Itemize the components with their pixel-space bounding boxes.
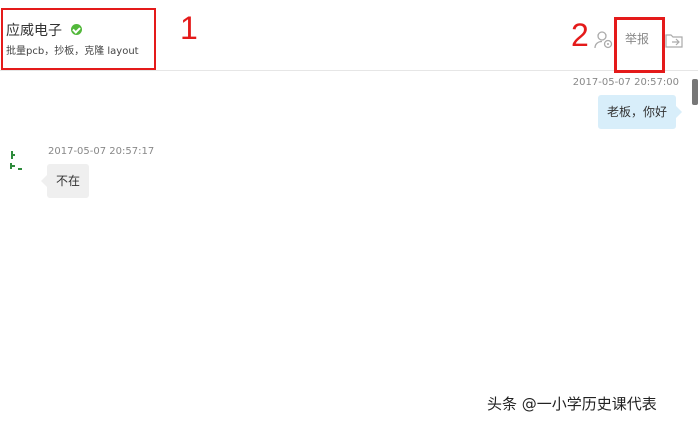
message-timestamp: 2017-05-07 20:57:00 — [572, 77, 679, 88]
annotation-label-1: 1 — [180, 10, 198, 46]
message-timestamp: 2017-05-07 20:57:17 — [48, 146, 155, 157]
message-list[interactable]: 2017-05-07 20:57:00 老板，你好 2017-05-07 20:… — [0, 71, 698, 424]
share-icon[interactable] — [664, 31, 684, 49]
watermark: 头条 @一小学历史课代表 — [487, 395, 657, 413]
shop-avatar[interactable] — [8, 149, 32, 173]
message-bubble-self: 老板，你好 — [598, 95, 683, 129]
annotation-box-2 — [614, 17, 665, 73]
self-avatar[interactable] — [692, 79, 698, 105]
message-bubble-other: 不在 — [40, 164, 90, 198]
chat-header: 应威电子 批量pcb，抄板，克隆 layout 1 2 举报 — [0, 0, 698, 73]
user-settings-icon[interactable] — [594, 30, 614, 50]
annotation-box-1 — [1, 8, 156, 70]
annotation-label-2: 2 — [571, 17, 589, 53]
